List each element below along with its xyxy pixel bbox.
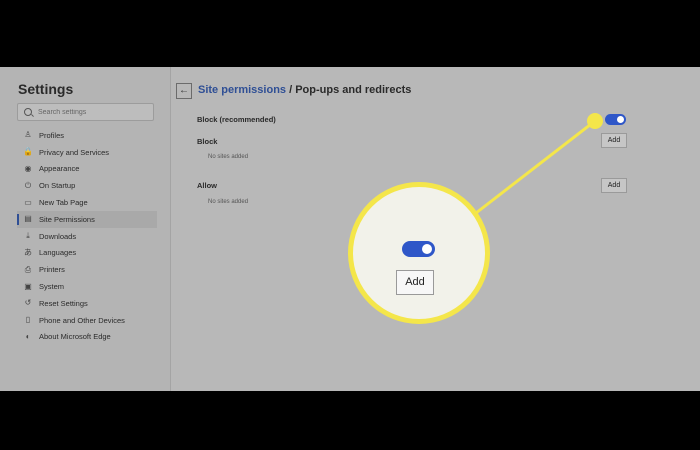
callout-dot (587, 113, 603, 129)
callout-line (475, 119, 596, 215)
callout-overlay (475, 113, 603, 215)
magnified-toggle-knob (422, 244, 432, 254)
magnified-add-button: Add (396, 270, 434, 295)
magnified-toggle (402, 241, 435, 257)
